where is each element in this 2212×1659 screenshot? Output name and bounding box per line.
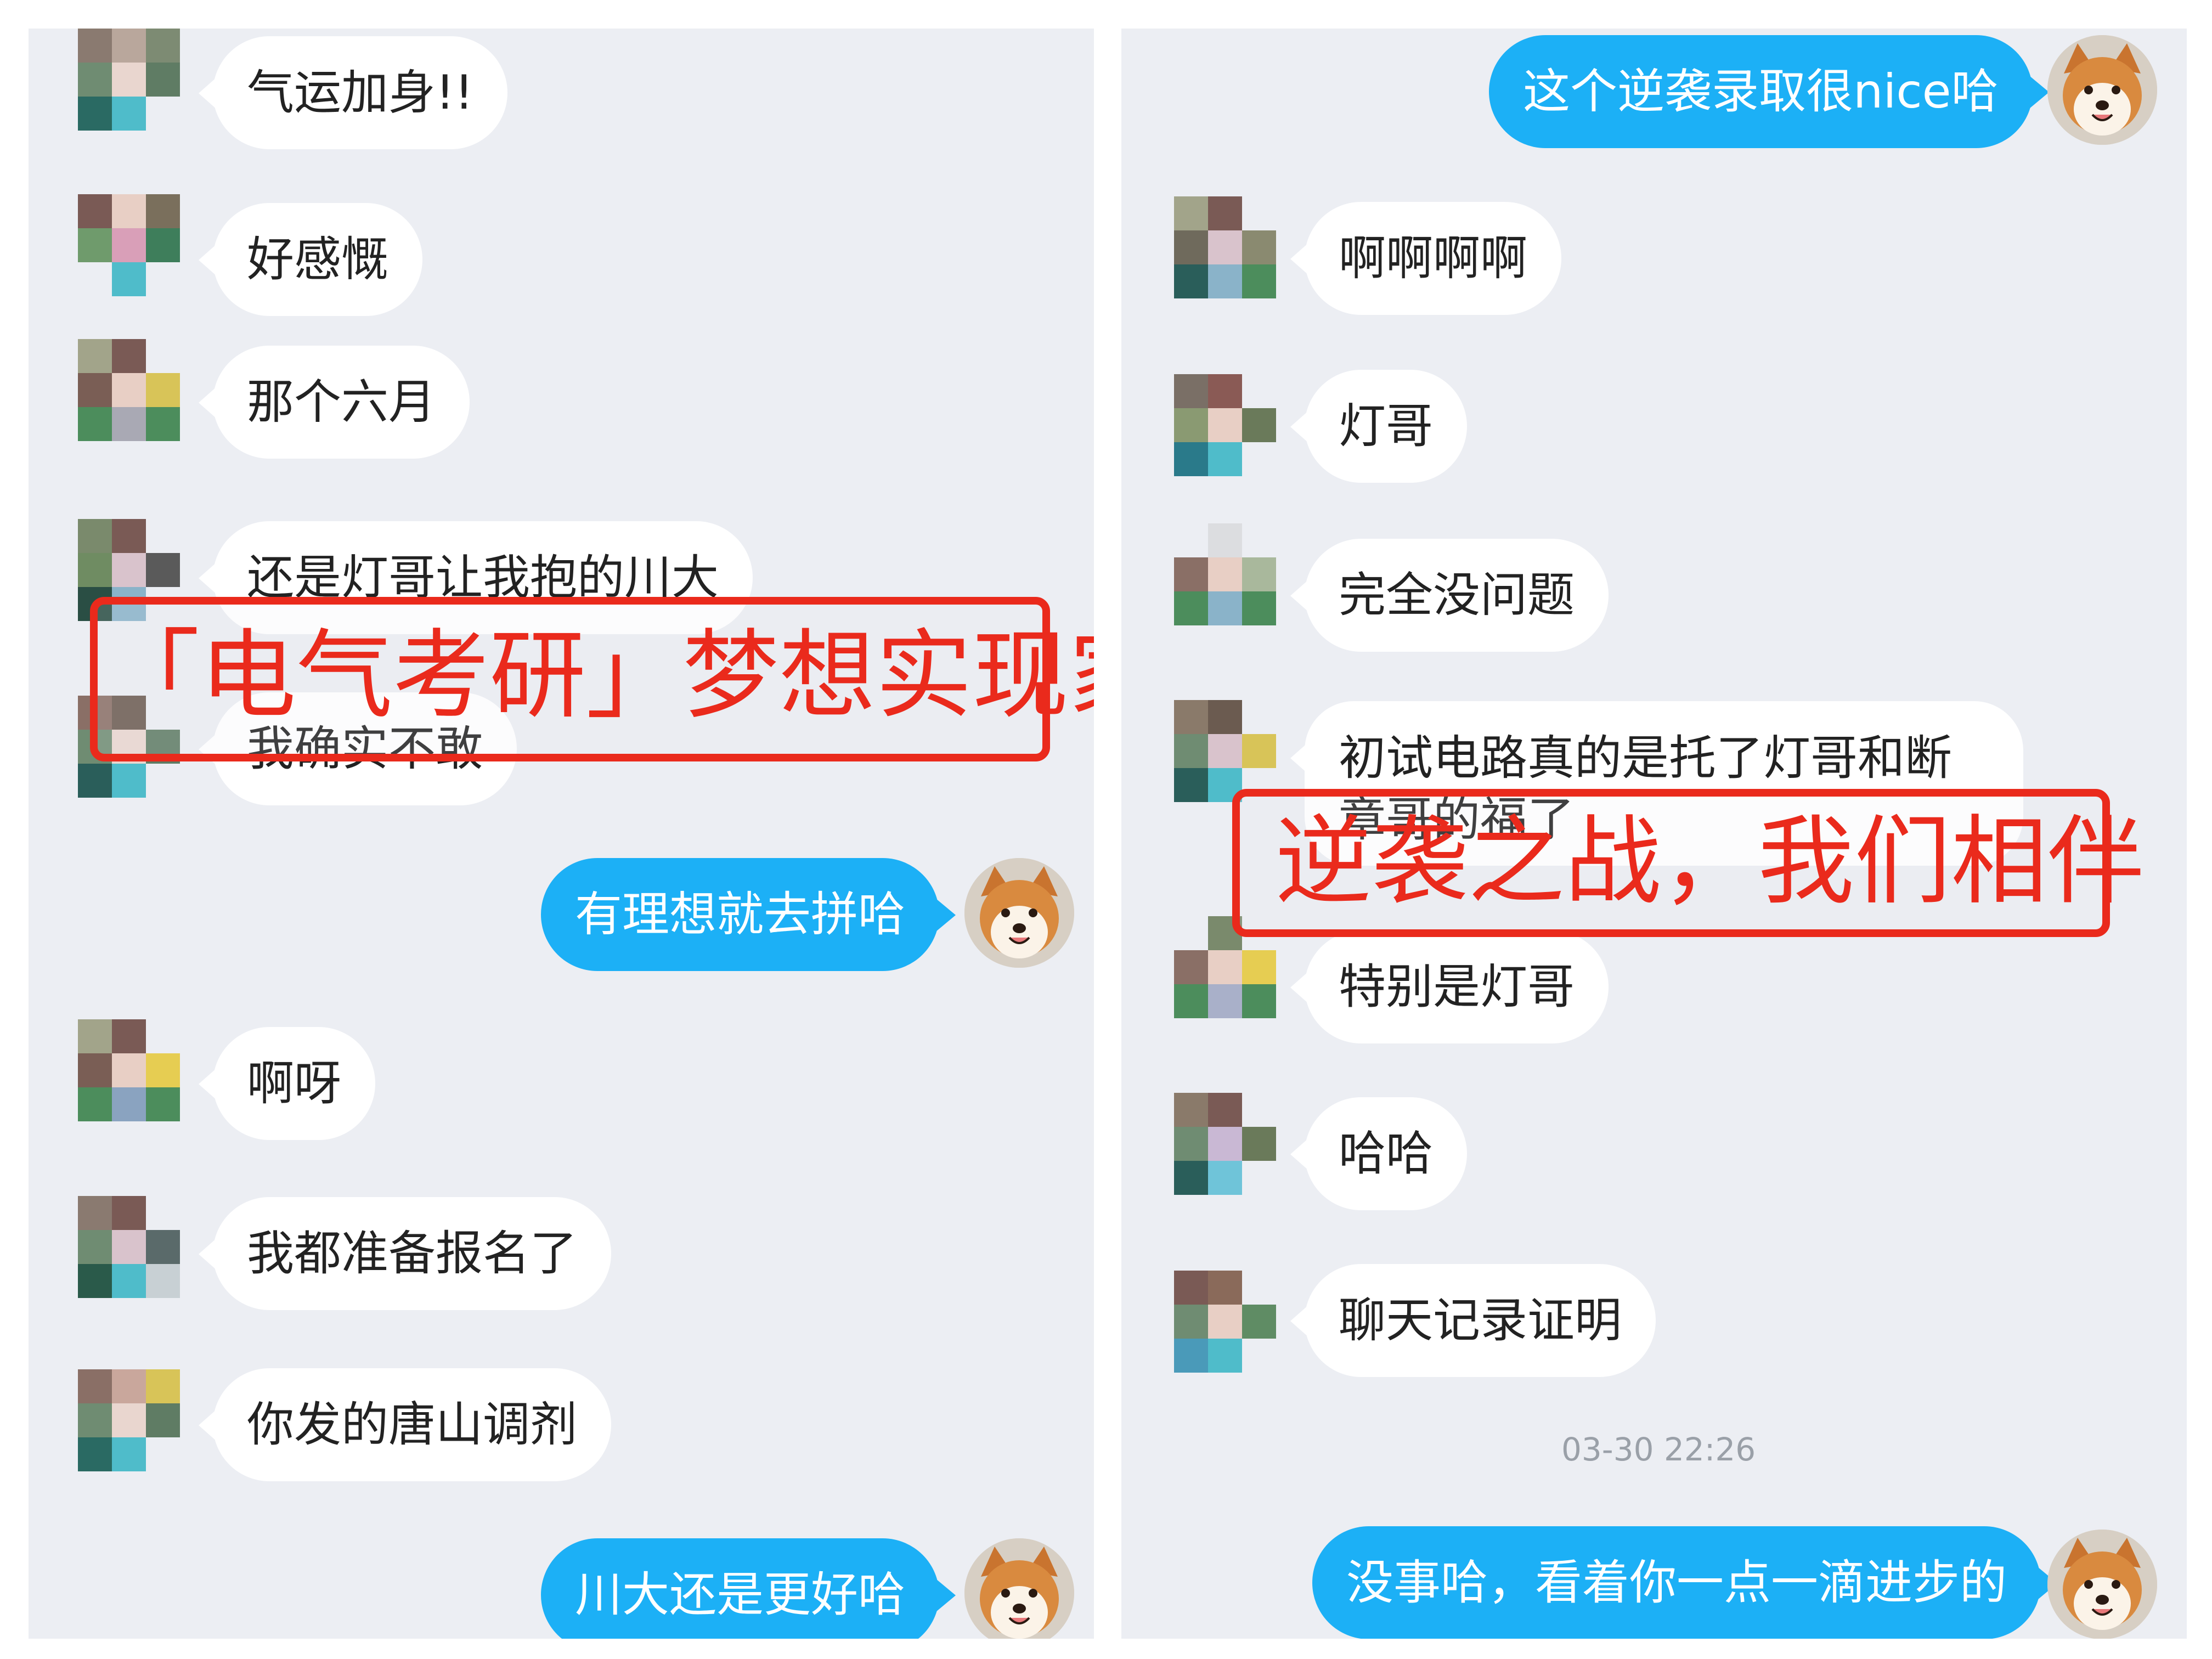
message-bubble[interactable]: 啊呀: [199, 1027, 375, 1140]
message-bubble[interactable]: 我都准备报名了: [199, 1197, 611, 1310]
message-bubble[interactable]: 哈哈: [1290, 1097, 1467, 1210]
chat-panel-right: 这个逆袭录取很nice哈 啊啊啊啊 灯哥 完全没问题 初试电路真的是托了灯哥和断…: [1121, 29, 2187, 1639]
pixelated-avatar-icon[interactable]: [78, 1369, 180, 1471]
message-bubble[interactable]: 灯哥: [1290, 370, 1467, 483]
message-bubble[interactable]: 完全没问题: [1290, 539, 1609, 652]
annotation-caption: 逆袭之战，我们相伴: [1232, 789, 2144, 937]
message-bubble[interactable]: 特别是灯哥: [1290, 930, 1609, 1043]
message-bubble[interactable]: 啊啊啊啊: [1290, 202, 1561, 315]
message-bubble[interactable]: 聊天记录证明: [1290, 1264, 1656, 1377]
pixelated-avatar-icon[interactable]: [1174, 1093, 1276, 1195]
message-bubble[interactable]: 这个逆袭录取很nice哈: [1489, 35, 2049, 148]
pixelated-avatar-icon[interactable]: [1174, 196, 1276, 298]
timestamp: 03-30 22:26: [1561, 1431, 1756, 1468]
message-bubble[interactable]: 气运加身!!: [199, 36, 507, 149]
pixelated-avatar-icon[interactable]: [1174, 523, 1276, 625]
message-bubble[interactable]: 你发的唐山调剂: [199, 1368, 611, 1481]
pixelated-avatar-icon[interactable]: [78, 29, 180, 131]
message-bubble[interactable]: 川大还是更好哈: [541, 1538, 956, 1639]
pixelated-avatar-icon[interactable]: [78, 1196, 180, 1298]
pixelated-avatar-icon[interactable]: [78, 339, 180, 441]
message-bubble[interactable]: 好感慨: [199, 203, 422, 316]
pixelated-avatar-icon[interactable]: [1174, 374, 1276, 476]
pixelated-avatar-icon[interactable]: [1174, 700, 1276, 802]
shiba-dog-avatar-icon[interactable]: [964, 858, 1074, 968]
chat-panel-left: 气运加身!! 好感慨 那个六月 还是灯哥让我抱的川大 我确实不敢 有理想就去拼哈: [29, 29, 1094, 1639]
shiba-dog-avatar-icon[interactable]: [964, 1538, 1074, 1639]
pixelated-avatar-icon[interactable]: [1174, 1271, 1276, 1373]
message-bubble[interactable]: 有理想就去拼哈: [541, 858, 956, 971]
shiba-dog-avatar-icon[interactable]: [2047, 35, 2157, 145]
message-bubble[interactable]: 没事哈，看着你一点一滴进步的: [1312, 1526, 2057, 1639]
pixelated-avatar-icon[interactable]: [78, 1019, 180, 1121]
annotation-caption: 「电气考研」梦想实现家: [90, 597, 1094, 761]
shiba-dog-avatar-icon[interactable]: [2047, 1530, 2157, 1639]
pixelated-avatar-icon[interactable]: [78, 194, 180, 296]
message-bubble[interactable]: 那个六月: [199, 346, 470, 459]
